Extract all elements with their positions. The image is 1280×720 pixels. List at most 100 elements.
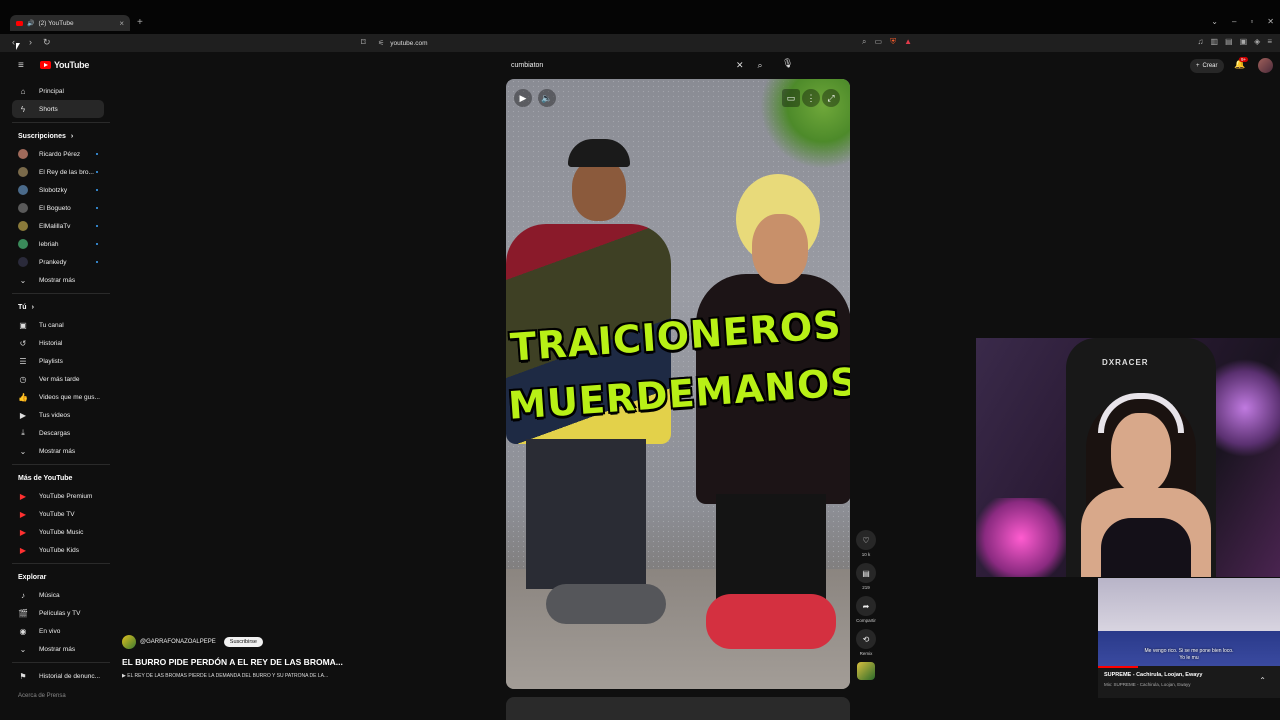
sidebar-item-explore[interactable]: ♪ Música <box>0 586 112 604</box>
brave-rewards-icon[interactable]: ▲ <box>904 37 912 47</box>
sidebar-item-you[interactable]: ▶ Tus videos <box>0 406 112 424</box>
show-more-explore[interactable]: ⌄ Mostrar más <box>0 640 112 658</box>
sidebar-item-principal[interactable]: ⌂ Principal <box>0 82 112 100</box>
section-title: Explorar <box>18 573 47 581</box>
sidebar-item-explore[interactable]: 🎬 Películas y TV <box>0 604 112 622</box>
remix-icon[interactable]: ⟲ <box>856 629 876 649</box>
sidebar-item-subscription[interactable]: Ricardo Pérez <box>0 145 112 163</box>
youtube-logo[interactable]: YouTube <box>40 60 89 70</box>
sound-thumbnail[interactable] <box>857 662 875 680</box>
zoom-icon[interactable]: ⌕ <box>862 37 866 47</box>
chevron-up-icon[interactable]: ⌃ <box>1259 676 1266 685</box>
restore-icon[interactable]: ▫ <box>1250 17 1253 26</box>
short-description[interactable]: ▶ EL REY DE LAS BROMAS PIERDE LA DEMANDA… <box>122 673 336 679</box>
subscriptions-header[interactable]: Suscripciones › <box>0 127 112 145</box>
bookmark-icon[interactable]: ⌑ <box>361 37 366 48</box>
next-short-preview[interactable] <box>506 697 850 720</box>
create-button[interactable]: + Crear <box>1190 59 1224 73</box>
browser-tab[interactable]: 🔊 (2) YouTube × <box>10 15 130 31</box>
comment-icon[interactable]: ▤ <box>856 563 876 583</box>
sidebar-icon[interactable]: ▥ <box>1210 37 1218 46</box>
account-avatar[interactable] <box>1258 58 1273 73</box>
tab-list-icon[interactable]: ⌄ <box>1211 17 1218 26</box>
show-more-subscriptions[interactable]: ⌄ Mostrar más <box>0 271 112 289</box>
sidebar-item-subscription[interactable]: lebriah <box>0 235 112 253</box>
tabs-icon[interactable]: ▤ <box>1225 37 1233 46</box>
sidebar-item-label: YouTube Premium <box>39 492 93 500</box>
channel-avatar <box>18 167 28 177</box>
sidebar-item-youtube-app[interactable]: ▶ YouTube Premium <box>0 487 112 505</box>
music-icon[interactable]: ♫ <box>1197 37 1203 46</box>
close-window-icon[interactable]: ✕ <box>1267 17 1274 26</box>
channel-avatar[interactable] <box>122 635 136 649</box>
mini-player-video[interactable]: Me vengo rico. Si se me pone bien loco. … <box>1098 578 1280 666</box>
notifications-bell-icon[interactable]: 🔔 9+ <box>1234 57 1249 70</box>
mini-player-progress[interactable] <box>1098 666 1139 668</box>
sidebar-item-label: lebriah <box>39 240 59 248</box>
video-icon: ▶ <box>19 410 27 420</box>
footer-links[interactable]: Acerca de Prensa <box>0 693 112 699</box>
sidebar-item-you[interactable]: ⤓ Descargas <box>0 424 112 442</box>
sidebar-item-you[interactable]: ☰ Playlists <box>0 352 112 370</box>
sidebar-item-subscription[interactable]: El Bogueto <box>0 199 112 217</box>
subscribe-button[interactable]: Suscribirse <box>223 637 263 647</box>
youtube-app-icon: ▶ <box>19 509 27 519</box>
forward-icon[interactable]: › <box>29 37 32 47</box>
vpn-icon[interactable]: ◈ <box>1254 37 1260 46</box>
channel-avatar <box>18 239 28 249</box>
short-title[interactable]: EL BURRO PIDE PERDÓN A EL REY DE LAS BRO… <box>122 657 352 667</box>
you-header[interactable]: Tú › <box>0 298 112 316</box>
more-options-icon[interactable]: ⋮ <box>802 89 820 107</box>
reload-icon[interactable]: ↻ <box>43 37 51 48</box>
chair-brand: DXRACER <box>1102 358 1149 367</box>
new-tab-button[interactable]: + <box>137 17 143 28</box>
show-more-you[interactable]: ⌄ Mostrar más <box>0 442 112 460</box>
short-video-player[interactable]: TRAICIONEROS MUERDEMANOS ▶ 🔈 ▭ ⋮ ⤢ <box>506 79 850 689</box>
fullscreen-icon[interactable]: ⤢ <box>822 89 840 107</box>
sidebar-item-youtube-app[interactable]: ▶ YouTube Kids <box>0 541 112 559</box>
youtube-header: ≡ YouTube cumbiaton ✕ ⌕ 🎙 + Crear 🔔 9+ <box>0 52 1280 80</box>
close-tab-icon[interactable]: × <box>119 19 124 28</box>
sidebar-item-shorts[interactable]: ϟ Shorts <box>12 100 104 118</box>
minimize-icon[interactable]: – <box>1232 17 1236 26</box>
subtitles-icon[interactable]: ▭ <box>782 89 800 107</box>
divider <box>12 563 110 564</box>
logo-text: YouTube <box>54 60 90 70</box>
sidebar-item-label: El Bogueto <box>39 204 71 212</box>
sidebar-item-youtube-app[interactable]: ▶ YouTube Music <box>0 523 112 541</box>
new-content-dot <box>96 207 98 209</box>
sidebar-item-subscription[interactable]: ElMalillaTv <box>0 217 112 235</box>
youtube-app-icon: ▶ <box>19 545 27 555</box>
mini-player[interactable]: Me vengo rico. Si se me pone bien loco. … <box>1098 578 1280 698</box>
clear-search-icon[interactable]: ✕ <box>736 60 750 71</box>
sidebar-item-explore[interactable]: ◉ En vivo <box>0 622 112 640</box>
heart-icon[interactable]: ♡ <box>856 530 876 550</box>
sidebar-item-label: Tu canal <box>39 321 64 329</box>
sidebar-item-report-history[interactable]: ⚑ Historial de denunc... <box>0 667 112 685</box>
sidebar-item-you[interactable]: 👍 Videos que me gus... <box>0 388 112 406</box>
sidebar-item-you[interactable]: ↺ Historial <box>0 334 112 352</box>
volume-icon[interactable]: 🔈 <box>538 89 556 107</box>
voice-search-icon[interactable]: 🎙 <box>782 58 793 69</box>
address-bar[interactable]: ⚟ youtube.com ⌕ ▭ ⛨ ▲ <box>378 37 912 49</box>
sidebar-item-subscription[interactable]: El Rey de las bro... <box>0 163 112 181</box>
search-input[interactable]: cumbiaton <box>505 62 736 69</box>
wallet-icon[interactable]: ▣ <box>1240 37 1248 46</box>
search-icon[interactable]: ⌕ <box>750 60 770 71</box>
back-icon[interactable]: ‹ <box>12 37 15 47</box>
sidebar-item-you[interactable]: ◷ Ver más tarde <box>0 370 112 388</box>
menu-icon[interactable]: ≡ <box>1267 37 1272 46</box>
site-settings-icon[interactable]: ⚟ <box>378 39 384 47</box>
cast-icon[interactable]: ▭ <box>875 37 883 47</box>
sidebar-item-you[interactable]: ▣ Tu canal <box>0 316 112 334</box>
browser-nav-bar: ‹ › ↻ ⌑ ⚟ youtube.com ⌕ ▭ ⛨ ▲ ♫ ▥ ▤ ▣ ◈ … <box>0 34 1280 52</box>
channel-name[interactable]: @GARRAFONAZOALPEPE <box>140 639 216 645</box>
share-icon[interactable]: ➦ <box>856 596 876 616</box>
sidebar-item-youtube-app[interactable]: ▶ YouTube TV <box>0 505 112 523</box>
play-icon[interactable]: ▶ <box>514 89 532 107</box>
url-text: youtube.com <box>390 39 428 47</box>
sidebar-item-subscription[interactable]: Slobotzky <box>0 181 112 199</box>
brave-shield-icon[interactable]: ⛨ <box>890 37 896 47</box>
sidebar-item-subscription[interactable]: Prankedy <box>0 253 112 271</box>
guide-menu-icon[interactable]: ≡ <box>18 60 24 71</box>
